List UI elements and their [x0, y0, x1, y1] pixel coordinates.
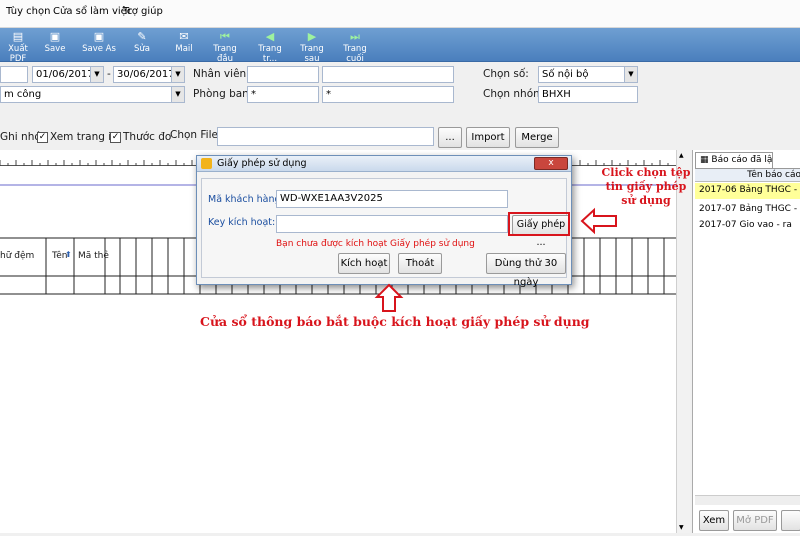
trial-button[interactable]: Dùng thử 30 ngày [486, 253, 566, 288]
edit-icon: ✎ [137, 30, 147, 43]
choose-file-label: Chọn File: [170, 129, 222, 141]
app-icon [201, 158, 212, 169]
scroll-down-icon[interactable]: ▼ [679, 524, 684, 531]
choose-number-value: Số nội bộ [542, 69, 589, 80]
more-button[interactable] [781, 510, 800, 531]
grid-header-middle-name: hữ đệm [0, 251, 35, 261]
save-as-icon: ▣ [93, 30, 105, 43]
ruler-label: Thước đo [123, 131, 172, 143]
last-page-button[interactable]: ⏭ Trang cuối [334, 30, 376, 64]
merge-button[interactable]: Merge [515, 127, 559, 148]
choose-number-label: Chọn số: [483, 68, 529, 80]
date-from-value: 01/06/2017 [36, 69, 94, 80]
date-from-field[interactable]: 01/06/2017 ▼ [32, 66, 104, 83]
chevron-down-icon[interactable]: ▼ [624, 67, 637, 82]
chevron-down-icon[interactable]: ▼ [171, 87, 184, 102]
activation-key-input[interactable] [276, 215, 508, 233]
menu-bar: Tùy chọn Cửa sổ làm việc Trợ giúp [0, 0, 800, 28]
next-icon: ▶ [307, 30, 317, 43]
chevron-down-icon[interactable]: ▼ [171, 67, 184, 82]
date-separator: - [107, 68, 111, 80]
up-arrow-icon [374, 283, 404, 312]
choose-number-select[interactable]: Số nội bộ ▼ [538, 66, 638, 83]
department-code-input[interactable]: * [247, 86, 319, 103]
menu-options[interactable]: Tùy chọn [6, 6, 50, 17]
report-icon: ▦ [700, 155, 709, 165]
exit-button[interactable]: Thoát [398, 253, 442, 274]
partial-field[interactable] [0, 66, 28, 83]
floppy-icon: ▣ [49, 30, 61, 43]
first-page-icon: ⏮ [220, 30, 230, 43]
customer-code-input[interactable]: WD-WXE1AA3V2025 [276, 190, 508, 208]
edit-button[interactable]: ✎ Sửa [128, 30, 156, 60]
previous-icon: ◀ [265, 30, 275, 43]
customer-code-label: Mã khách hàng: [208, 194, 284, 205]
report-type-value: m công [4, 89, 42, 100]
dialog-titlebar: Giấy phép sử dụng x [197, 156, 571, 172]
list-item[interactable]: 2017-07 Gio vao - ra [695, 218, 800, 234]
toolbar: ▤ Xuất PDF ▣ Save ▣ Save As ✎ Sửa ✉ Mail ⏮ Tra… [0, 28, 800, 64]
grid-header-card-code: Mã thẻ [78, 251, 109, 261]
browse-button[interactable]: ... [438, 127, 462, 148]
export-pdf-button[interactable]: ▤ Xuất PDF [0, 30, 36, 64]
menu-help[interactable]: Trợ giúp [123, 6, 163, 17]
employee-name-input[interactable] [322, 66, 454, 83]
activation-warning: Bạn chưa được kích hoạt Giấy phép sử dụn… [276, 239, 475, 249]
list-item[interactable]: 2017-07 Bảng THGC - Q [695, 202, 800, 218]
view-button[interactable]: Xem [699, 510, 729, 531]
mail-button[interactable]: ✉ Mail [170, 30, 198, 60]
employee-code-input[interactable] [247, 66, 319, 83]
department-label: Phòng ban: [193, 88, 253, 100]
report-type-field[interactable]: m công ▼ [0, 86, 185, 103]
save-as-button[interactable]: ▣ Save As [80, 30, 118, 60]
next-page-button[interactable]: ▶ Trang sau [292, 30, 332, 64]
dialog-title: Giấy phép sử dụng [217, 158, 307, 169]
last-page-icon: ⏭ [350, 30, 360, 43]
department-name-input[interactable]: * [322, 86, 454, 103]
close-icon[interactable]: x [534, 157, 568, 170]
chevron-down-icon[interactable]: ▼ [90, 67, 103, 82]
file-path-input[interactable] [217, 127, 434, 146]
import-button[interactable]: Import [466, 127, 510, 148]
list-item[interactable]: 2017-06 Bảng THGC - BH [695, 183, 800, 199]
save-button[interactable]: ▣ Save [40, 30, 70, 60]
activation-key-label: Key kích hoạt: [208, 217, 276, 228]
first-page-button[interactable]: ⏮ Trang đầu [205, 30, 245, 64]
activate-button[interactable]: Kích hoạt [338, 253, 390, 274]
highlight-box [508, 212, 570, 236]
horizontal-scrollbar[interactable] [695, 495, 800, 505]
previous-page-button[interactable]: ◀ Trang tr... [250, 30, 290, 64]
mail-icon: ✉ [179, 30, 189, 43]
filter-panel: 01/06/2017 ▼ - 30/06/2017 ▼ m công ▼ Nhân v… [0, 62, 800, 124]
date-to-value: 30/06/2017 [117, 69, 175, 80]
dialog-explanation-note: Cửa sổ thông báo bắt buộc kích hoạt giấy… [200, 314, 590, 329]
left-arrow-icon [580, 207, 617, 235]
scroll-up-icon[interactable]: ▲ [679, 152, 684, 159]
pdf-icon: ▤ [12, 30, 24, 43]
report-name-column-header[interactable]: Tên báo cáo [695, 168, 800, 182]
choose-group-input[interactable]: BHXH [538, 86, 638, 103]
click-instruction-note: Click chọn tệp tin giấy phép sử dụng [601, 166, 691, 207]
sort-arrow-icon[interactable]: ⬆ [65, 250, 72, 259]
menu-windows[interactable]: Cửa sổ làm việc [53, 6, 132, 17]
date-to-field[interactable]: 30/06/2017 ▼ [113, 66, 185, 83]
tab-created-reports[interactable]: ▦ Báo cáo đã lập [695, 152, 773, 168]
ruler-checkbox[interactable]: ✓ [110, 132, 121, 143]
note-label: Ghi nhớ [0, 131, 41, 143]
preview-checkbox[interactable]: ✓ [37, 132, 48, 143]
reports-panel: ▦ Báo cáo đã lập Tên báo cáo 2017-06 Bản… [692, 150, 800, 533]
preview-label: Xem trang in [50, 131, 118, 143]
employee-label: Nhân viên: [193, 68, 250, 80]
open-pdf-button[interactable]: Mở PDF [733, 510, 777, 531]
